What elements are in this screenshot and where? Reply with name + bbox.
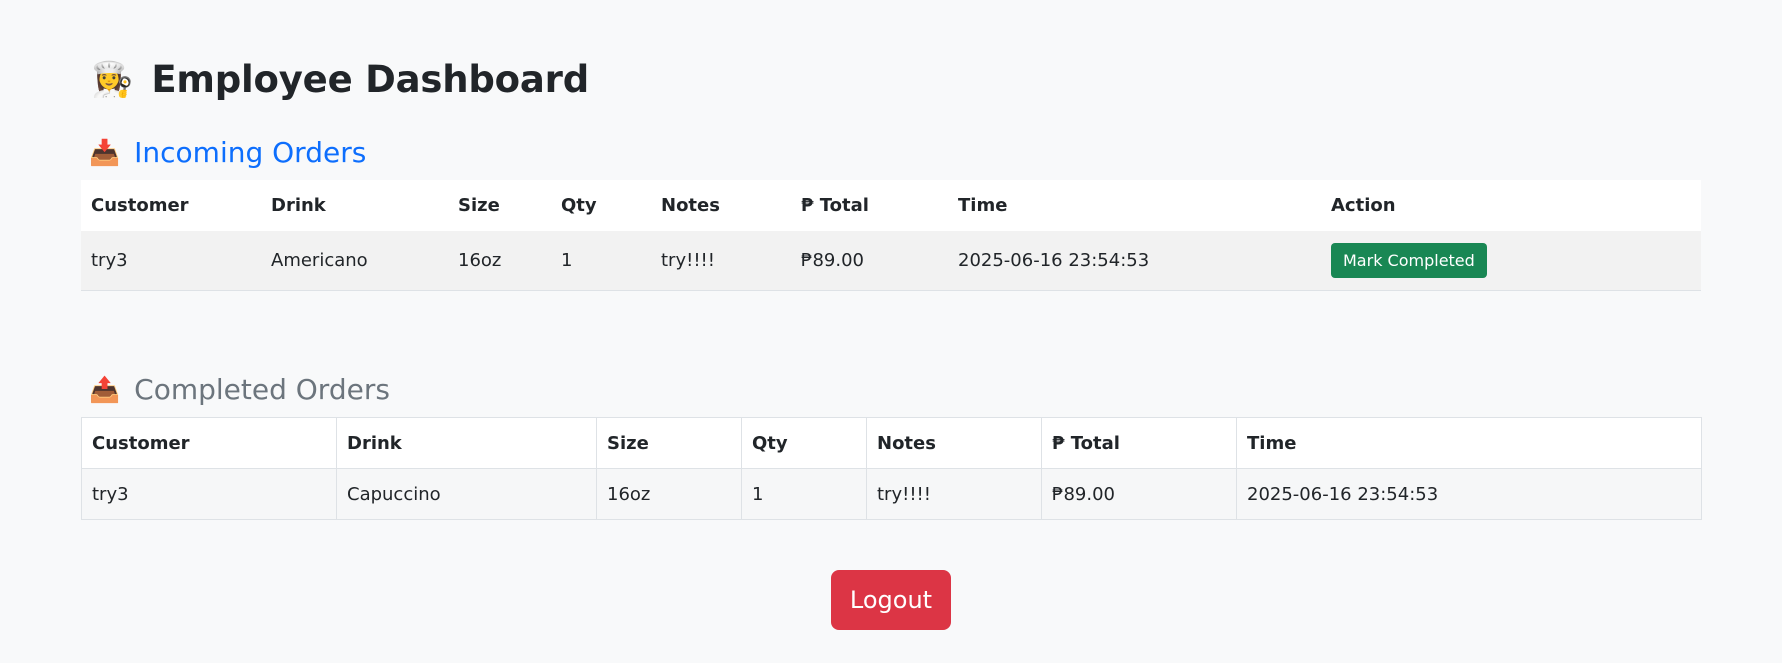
completed-orders-heading: 📤 Completed Orders xyxy=(89,373,390,406)
cell-notes: try!!!! xyxy=(661,249,715,271)
inbox-tray-icon: 📥 xyxy=(89,138,121,167)
cell-action: Mark Completed xyxy=(1321,231,1701,290)
incoming-orders-table: Customer Drink Size Qty Notes ₱ Total Ti… xyxy=(81,180,1701,291)
column-header-customer: Customer xyxy=(91,195,189,216)
completed-header-row: Customer Drink Size Qty Notes ₱ Total Ti… xyxy=(81,417,1702,469)
cell-size: 16oz xyxy=(458,249,502,271)
completed-orders-title: Completed Orders xyxy=(134,373,390,406)
incoming-header-row: Customer Drink Size Qty Notes ₱ Total Ti… xyxy=(81,180,1701,231)
column-header-size: Size xyxy=(596,417,742,469)
cell-time: 2025-06-16 23:54:53 xyxy=(958,249,1150,271)
column-header-total: ₱ Total xyxy=(1041,417,1237,469)
cell-drink: Americano xyxy=(271,249,368,271)
column-header-action: Action xyxy=(1331,195,1396,216)
column-header-size: Size xyxy=(458,195,500,216)
cell-drink: Capuccino xyxy=(336,468,597,520)
column-header-notes: Notes xyxy=(661,195,720,216)
column-header-time: Time xyxy=(958,195,1008,216)
cell-notes: try!!!! xyxy=(866,468,1042,520)
incoming-orders-heading: 📥 Incoming Orders xyxy=(89,136,366,169)
column-header-drink: Drink xyxy=(336,417,597,469)
completed-orders-table: Customer Drink Size Qty Notes ₱ Total Ti… xyxy=(81,417,1702,520)
cell-qty: 1 xyxy=(561,249,573,271)
column-header-qty: Qty xyxy=(561,195,597,216)
cell-customer: try3 xyxy=(91,249,128,271)
cell-total: ₱89.00 xyxy=(801,249,864,271)
chef-icon: 👩‍🍳 xyxy=(91,59,134,100)
logout-button[interactable]: Logout xyxy=(831,570,951,630)
mark-completed-button[interactable]: Mark Completed xyxy=(1331,242,1487,278)
cell-time: 2025-06-16 23:54:53 xyxy=(1236,468,1702,520)
page-title-text: Employee Dashboard xyxy=(151,58,589,101)
table-row: try3 Americano 16oz 1 try!!!! ₱89.00 202… xyxy=(81,231,1701,290)
column-header-notes: Notes xyxy=(866,417,1042,469)
column-header-customer: Customer xyxy=(81,417,337,469)
column-header-total: ₱ Total xyxy=(801,195,869,216)
incoming-orders-title: Incoming Orders xyxy=(134,136,367,169)
column-header-time: Time xyxy=(1236,417,1702,469)
cell-customer: try3 xyxy=(81,468,337,520)
column-header-qty: Qty xyxy=(741,417,867,469)
cell-total: ₱89.00 xyxy=(1041,468,1237,520)
cell-size: 16oz xyxy=(596,468,742,520)
table-row: try3 Capuccino 16oz 1 try!!!! ₱89.00 202… xyxy=(81,468,1702,520)
outbox-tray-icon: 📤 xyxy=(89,375,121,404)
page-title: 👩‍🍳 Employee Dashboard xyxy=(91,58,589,101)
cell-qty: 1 xyxy=(741,468,867,520)
column-header-drink: Drink xyxy=(271,195,326,216)
